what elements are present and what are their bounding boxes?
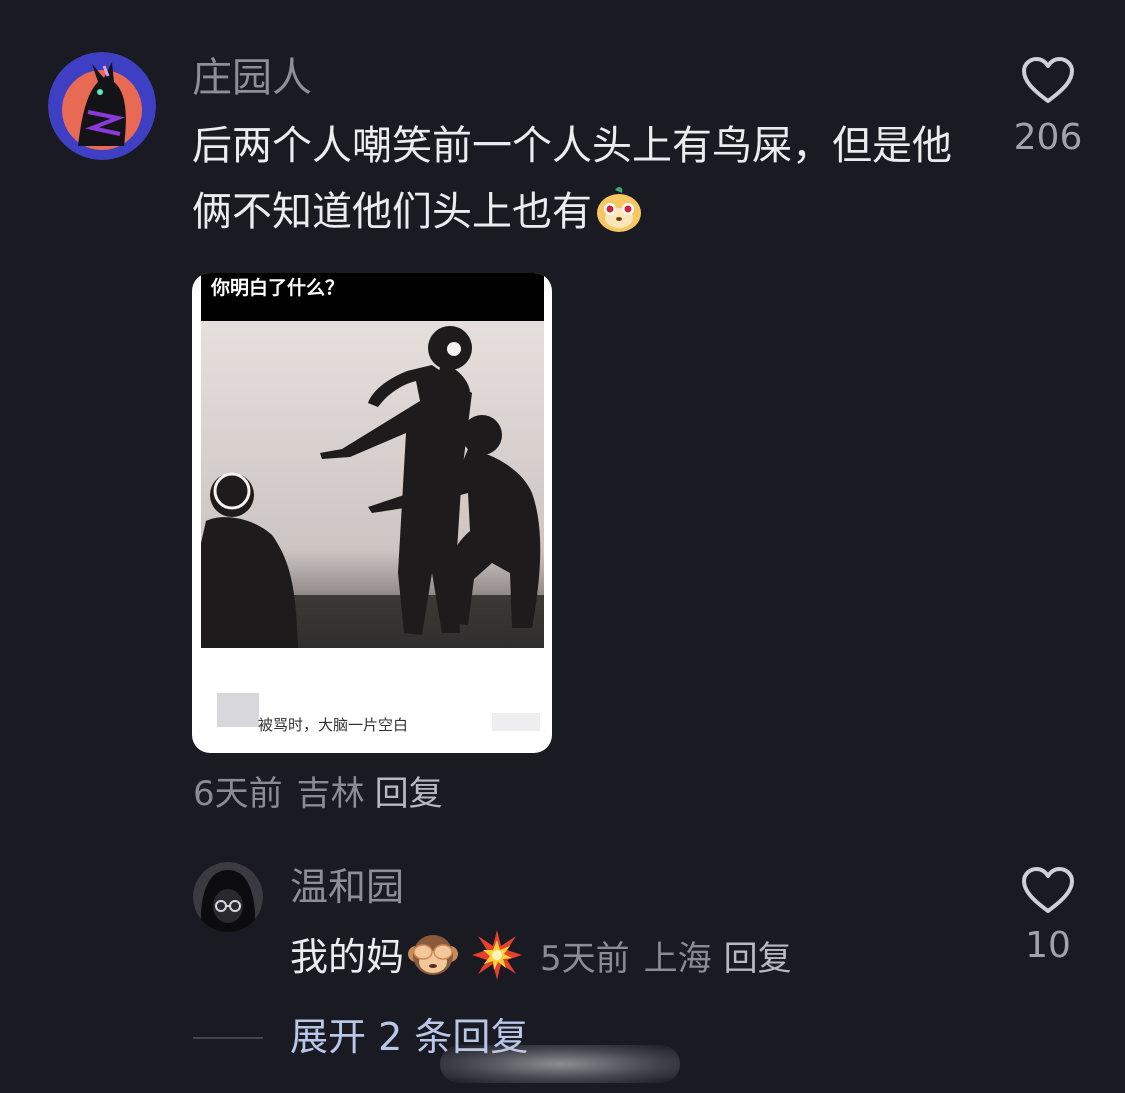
avatar-main-user[interactable] xyxy=(48,52,156,160)
main-time: 6天前 xyxy=(193,774,283,814)
main-comment-meta: 6天前 吉林 回复 xyxy=(193,770,443,818)
watermark-overlay xyxy=(440,1045,680,1083)
reply-comment-text: 我的妈 xyxy=(290,935,405,979)
meme-caption: 被骂时，大脑一片空白 xyxy=(258,716,409,734)
monkey-face-emoji-icon xyxy=(594,185,644,235)
meme-title: 你明白了什么？ xyxy=(211,277,345,299)
main-username[interactable]: 庄园人 xyxy=(192,54,312,102)
avatar-reply-user[interactable] xyxy=(193,862,263,932)
reply-location: 上海 xyxy=(643,939,712,979)
like-button-reply[interactable]: 10 xyxy=(1012,866,1084,968)
collision-emoji-icon xyxy=(470,928,524,982)
reply-button-reply[interactable]: 回复 xyxy=(724,939,792,979)
see-no-evil-monkey-emoji-icon xyxy=(406,928,460,982)
reply-comment-line: 我的妈 5天前 上海 回复 xyxy=(290,928,792,987)
heart-icon xyxy=(1022,57,1074,103)
heart-icon xyxy=(1022,867,1074,913)
like-count-main: 206 xyxy=(1013,117,1083,158)
meme-silhouette-image xyxy=(201,321,544,731)
reply-time: 5天前 xyxy=(540,939,630,979)
meme-header-bar: 你明白了什么？ xyxy=(201,273,544,321)
reply-button-main[interactable]: 回复 xyxy=(375,774,443,814)
main-comment-body: 后两个人嘲笑前一个人头上有鸟屎，但是他俩不知道他们头上也有 xyxy=(192,123,952,235)
main-location: 吉林 xyxy=(296,774,365,814)
comment-image[interactable]: 你明白了什么？ 被骂时，大脑一片空白 xyxy=(192,273,552,753)
like-button-main[interactable]: 206 xyxy=(1012,56,1084,160)
like-count-reply: 10 xyxy=(1025,925,1071,966)
reply-username[interactable]: 温和园 xyxy=(290,864,404,910)
main-comment-text: 后两个人嘲笑前一个人头上有鸟屎，但是他俩不知道他们头上也有 xyxy=(192,113,952,245)
expand-divider xyxy=(193,1037,263,1039)
